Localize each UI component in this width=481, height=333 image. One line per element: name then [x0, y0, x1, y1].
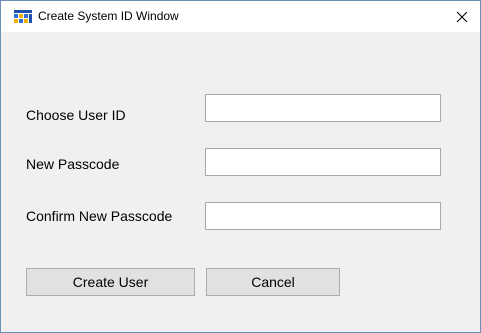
- confirm-passcode-input[interactable]: [205, 202, 441, 230]
- app-icon: [14, 10, 32, 23]
- user-id-label: Choose User ID: [26, 107, 126, 123]
- title-bar: Create System ID Window: [1, 1, 480, 32]
- close-icon: [456, 11, 468, 22]
- passcode-label: New Passcode: [26, 156, 120, 172]
- cancel-button[interactable]: Cancel: [206, 268, 340, 296]
- create-user-button[interactable]: Create User: [26, 268, 195, 296]
- user-id-input[interactable]: [205, 94, 441, 122]
- form-area: Choose User ID New Passcode Confirm New …: [1, 32, 480, 332]
- create-system-id-window: Create System ID Window Choose User ID N…: [0, 0, 481, 333]
- confirm-passcode-label: Confirm New Passcode: [26, 208, 173, 224]
- passcode-input[interactable]: [205, 148, 441, 176]
- close-button[interactable]: [447, 3, 477, 30]
- window-title: Create System ID Window: [38, 9, 179, 23]
